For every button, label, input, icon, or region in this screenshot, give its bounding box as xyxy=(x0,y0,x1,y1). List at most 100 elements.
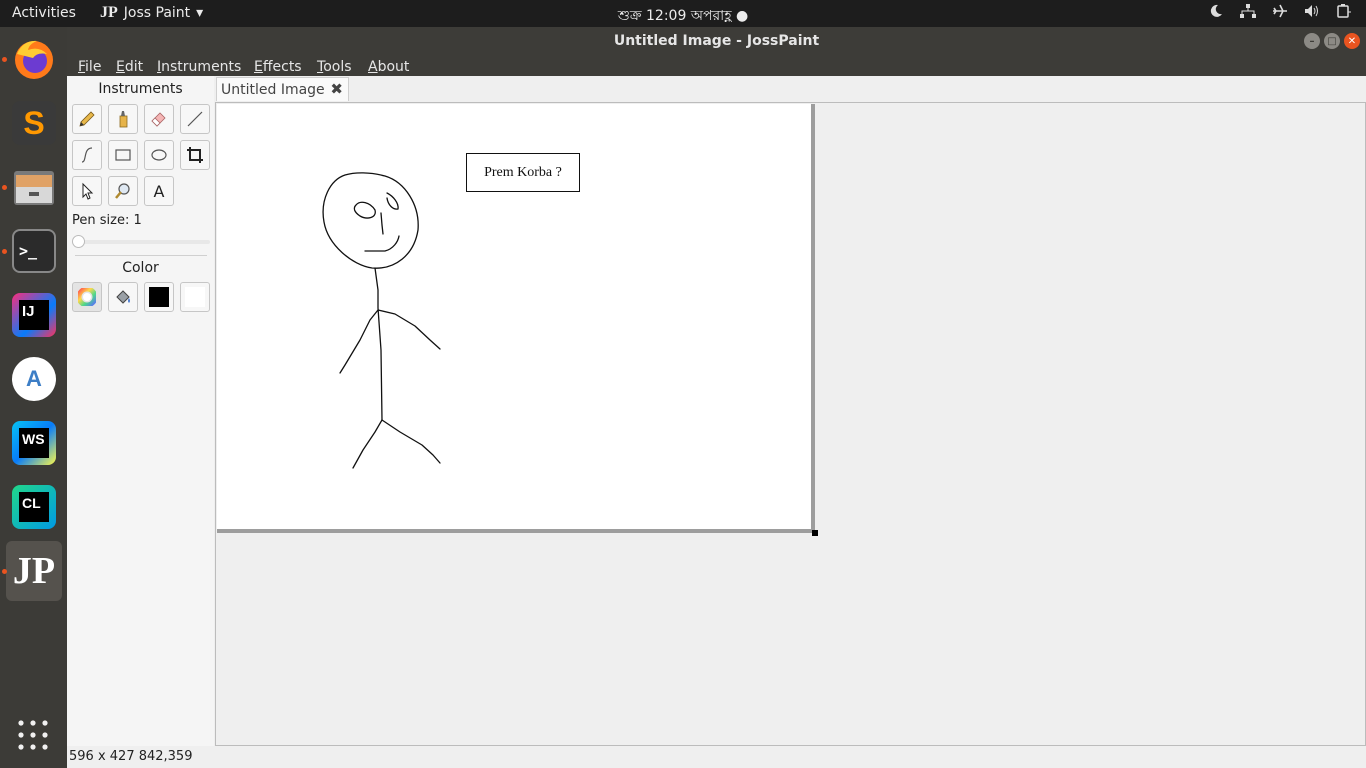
drawing-canvas[interactable]: Prem Korba ? xyxy=(217,104,815,533)
clion-icon: CL xyxy=(12,485,56,529)
close-icon: ✕ xyxy=(1347,35,1357,47)
dock-terminal[interactable]: >_ xyxy=(2,223,62,279)
minimize-icon: – xyxy=(1309,35,1315,47)
battery-icon[interactable] xyxy=(1336,4,1352,22)
ellipse-tool-button[interactable] xyxy=(144,140,174,170)
dock: S >_ IJ A WS CL JP xyxy=(0,27,67,768)
menu-file[interactable]: File xyxy=(78,59,101,75)
dock-josspaint[interactable]: JP xyxy=(2,541,62,601)
instruments-panel: Instruments A Pen size: 1 Color xyxy=(67,76,214,746)
dock-clion[interactable]: CL xyxy=(6,479,62,535)
crop-icon xyxy=(187,147,203,163)
window-controls: – □ ✕ xyxy=(1304,33,1360,49)
close-window-button[interactable]: ✕ xyxy=(1344,33,1360,49)
menu-tools[interactable]: Tools xyxy=(317,59,352,75)
webstorm-icon: WS xyxy=(12,421,56,465)
running-indicator xyxy=(2,185,7,190)
eraser-icon xyxy=(151,112,166,127)
brush-icon xyxy=(119,111,128,128)
menu-effects[interactable]: Effects xyxy=(254,59,302,75)
pencil-icon xyxy=(79,111,95,127)
dock-firefox[interactable] xyxy=(2,31,62,87)
pen-size-slider-handle[interactable] xyxy=(72,235,85,248)
curve-icon xyxy=(81,147,93,163)
maximize-button[interactable]: □ xyxy=(1324,33,1340,49)
line-icon xyxy=(187,111,203,127)
rectangle-icon xyxy=(115,149,131,161)
tab-label: Untitled Image xyxy=(221,82,325,98)
dock-intellij-idea[interactable]: IJ xyxy=(6,287,62,343)
network-icon[interactable] xyxy=(1240,4,1256,22)
app-menu-label: Joss Paint xyxy=(123,5,191,21)
primary-color-fill xyxy=(149,287,169,307)
top-bar: Activities JP Joss Paint ▾ শুক্র 12:09 অ… xyxy=(0,0,1366,27)
maximize-icon: □ xyxy=(1327,35,1337,47)
text-icon: A xyxy=(153,181,165,201)
speech-text-box[interactable]: Prem Korba ? xyxy=(466,153,580,192)
instruments-title: Instruments xyxy=(98,81,183,97)
pen-size-label: Pen size: 1 xyxy=(72,213,142,228)
zoom-tool-button[interactable] xyxy=(108,176,138,206)
menu-bar: File Edit Instruments Effects Tools Abou… xyxy=(67,55,1366,76)
night-light-icon[interactable] xyxy=(1208,4,1224,22)
color-title: Color xyxy=(122,260,159,276)
running-indicator xyxy=(2,57,7,62)
airplane-icon[interactable] xyxy=(1272,4,1288,22)
dock-sublime-text[interactable]: S xyxy=(6,95,62,151)
cursor-icon xyxy=(82,182,94,200)
activities-button[interactable]: Activities xyxy=(12,5,76,21)
paint-bucket-icon xyxy=(116,290,130,304)
primary-color-swatch[interactable] xyxy=(144,282,174,312)
status-bar: 596 x 427 842,359 xyxy=(69,749,193,764)
josspaint-icon: JP xyxy=(12,550,56,592)
color-wheel-icon xyxy=(78,288,96,306)
crop-tool-button[interactable] xyxy=(180,140,210,170)
line-tool-button[interactable] xyxy=(180,104,210,134)
running-indicator xyxy=(2,249,7,254)
rectangle-tool-button[interactable] xyxy=(108,140,138,170)
sublime-text-icon: S xyxy=(12,101,56,145)
text-tool-button[interactable]: A xyxy=(144,176,174,206)
menu-mnemonic: F xyxy=(78,59,86,75)
window-title-bar[interactable]: Untitled Image - JossPaint – □ ✕ xyxy=(67,27,1366,55)
secondary-color-fill xyxy=(185,287,205,307)
menu-mnemonic: T xyxy=(317,59,324,75)
chevron-down-icon: ▾ xyxy=(196,5,204,21)
pen-size-slider[interactable] xyxy=(72,235,210,248)
system-tray[interactable] xyxy=(1208,4,1352,22)
brush-tool-button[interactable] xyxy=(108,104,138,134)
menu-mnemonic: I xyxy=(157,59,162,75)
canvas-resize-handle[interactable] xyxy=(812,530,818,536)
pencil-tool-button[interactable] xyxy=(72,104,102,134)
menu-about[interactable]: About xyxy=(368,59,409,75)
window-title: Untitled Image - JossPaint xyxy=(613,33,820,49)
intellij-idea-icon: IJ xyxy=(12,293,56,337)
show-applications-button[interactable] xyxy=(17,719,49,751)
select-tool-button[interactable] xyxy=(72,176,102,206)
color-picker-button[interactable] xyxy=(72,282,102,312)
firefox-icon xyxy=(15,40,53,79)
minimize-button[interactable]: – xyxy=(1304,33,1320,49)
fill-bucket-button[interactable] xyxy=(108,282,138,312)
tab-untitled-image[interactable]: Untitled Image ✖ xyxy=(216,77,349,101)
curve-tool-button[interactable] xyxy=(72,140,102,170)
app-menu-icon: JP xyxy=(100,4,118,21)
close-tab-icon[interactable]: ✖ xyxy=(330,80,343,98)
dock-files[interactable] xyxy=(2,159,62,215)
volume-icon[interactable] xyxy=(1304,4,1320,22)
dock-webstorm[interactable]: WS xyxy=(6,415,62,471)
clock[interactable]: শুক্র 12:09 অপরাহ্ণ ● xyxy=(0,4,1366,28)
terminal-icon: >_ xyxy=(12,229,56,273)
divider xyxy=(75,255,207,256)
menu-instruments[interactable]: Instruments xyxy=(157,59,241,75)
dock-android-studio[interactable]: A xyxy=(6,351,62,407)
grid-icon xyxy=(18,720,48,750)
ellipse-icon xyxy=(151,149,167,161)
eraser-tool-button[interactable] xyxy=(144,104,174,134)
menu-edit[interactable]: Edit xyxy=(116,59,143,75)
app-menu[interactable]: JP Joss Paint ▾ xyxy=(100,4,203,22)
menu-mnemonic: E xyxy=(116,59,125,75)
running-indicator xyxy=(2,569,7,574)
secondary-color-swatch[interactable] xyxy=(180,282,210,312)
android-studio-icon: A xyxy=(12,357,56,401)
